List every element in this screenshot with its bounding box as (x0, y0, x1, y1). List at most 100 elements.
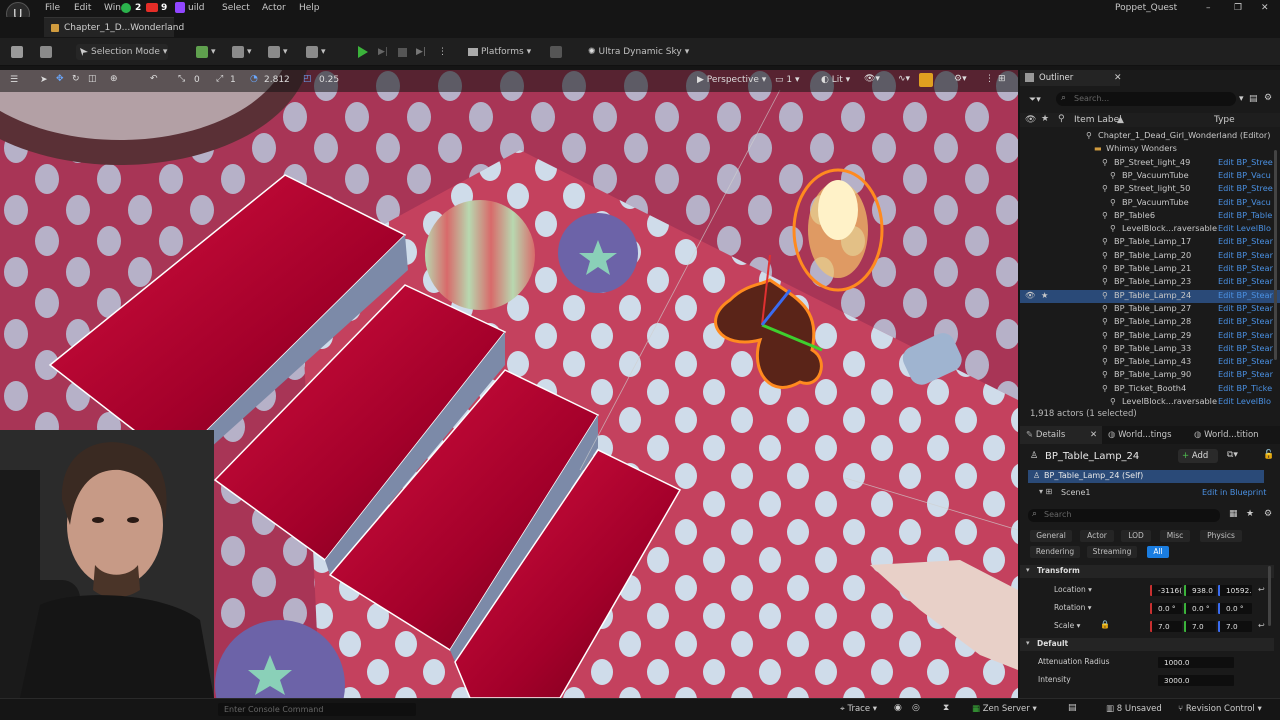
screenshot-icon[interactable]: ◎ (912, 703, 920, 713)
outliner-row-type-link[interactable]: Edit BP_Stear (1218, 343, 1273, 353)
settings-icon[interactable]: ⚙▾ (954, 74, 967, 84)
tab-world-settings[interactable]: ◍ World...tings (1108, 426, 1172, 444)
filter-actor[interactable]: Actor (1080, 530, 1114, 542)
outliner-row-type-link[interactable]: Edit BP_Stear (1218, 290, 1273, 300)
zen-server-dropdown[interactable]: ▦ Zen Server ▾ (972, 704, 1037, 714)
perspective-dropdown[interactable]: ▶ Perspective ▾ (697, 75, 766, 85)
tab-world-partition[interactable]: ◍ World...tition (1194, 426, 1259, 444)
menu-file[interactable]: File (45, 3, 60, 13)
unsaved-button[interactable]: ▥ 8 Unsaved (1106, 704, 1162, 714)
world-space-icon[interactable]: ⊕ (110, 74, 118, 84)
outliner-row[interactable]: ⚲ BP_Table_Lamp_17 Edit BP_Stear (1020, 236, 1280, 249)
realtime-icon[interactable] (919, 73, 933, 87)
maximize-icon[interactable]: ❐ (1234, 3, 1242, 13)
selection-mode-dropdown[interactable]: Selection Mode ▾ (76, 44, 168, 60)
filter-physics[interactable]: Physics (1200, 530, 1242, 542)
menu-select[interactable]: Select (222, 3, 250, 13)
self-component-row[interactable]: ♙ BP_Table_Lamp_24 (Self) (1028, 470, 1264, 483)
rotation-z-field[interactable]: 0.0 ° (1218, 603, 1252, 614)
details-scrollbar[interactable] (1268, 566, 1271, 626)
lock-scale-icon[interactable]: 🔒 (1100, 620, 1110, 629)
cinematics-icon[interactable]: ▾ (268, 44, 288, 60)
outliner-row-type-link[interactable]: Edit BP_Stear (1218, 303, 1273, 313)
property-matrix-icon[interactable]: ▦ (1229, 509, 1238, 519)
platforms-dropdown[interactable]: Platforms ▾ (468, 44, 531, 60)
visibility-icon[interactable]: 👁 (1025, 290, 1035, 301)
outliner-row-type-link[interactable]: Edit BP_Table (1218, 210, 1272, 220)
outliner-row-type-link[interactable]: Edit BP_Vacu (1218, 197, 1271, 207)
outliner-row-type-link[interactable]: Edit BP_Stear (1218, 356, 1273, 366)
item-label-header[interactable]: Item Label (1074, 115, 1122, 125)
blueprint-icon[interactable]: ▾ (232, 44, 252, 60)
scene-label[interactable]: Scene1 (1061, 488, 1090, 497)
revision-control-dropdown[interactable]: ⑂ Revision Control ▾ (1178, 704, 1262, 714)
rotation-dropdown[interactable]: Rotation ▾ (1054, 603, 1092, 612)
outliner-row[interactable]: ⚲ BP_Table_Lamp_28 Edit BP_Stear (1020, 316, 1280, 329)
layout-dropdown[interactable]: ▭ 1 ▾ (775, 75, 800, 85)
outliner-settings-icon[interactable]: ⚙ (1264, 93, 1272, 103)
intensity-field[interactable]: 3000.0 (1158, 675, 1234, 686)
outliner-row[interactable]: ⚲ BP_Table_Lamp_23 Edit BP_Stear (1020, 276, 1280, 289)
scale-tool-icon[interactable]: ◫ (88, 74, 97, 84)
outliner-search-input[interactable]: ⌕ Search... (1056, 92, 1236, 106)
stop-button[interactable] (398, 44, 407, 60)
play-button[interactable] (358, 44, 368, 60)
outliner-row-type-link[interactable]: Edit LevelBlo (1218, 396, 1271, 406)
scale-x-field[interactable]: 7.0 (1150, 621, 1182, 632)
outliner-row[interactable]: ⚲ Chapter_1_Dead_Girl_Wonderland (Editor) (1020, 130, 1280, 143)
filter-misc[interactable]: Misc (1160, 530, 1190, 542)
chevron-down-icon[interactable]: ▾ (1239, 94, 1244, 104)
level-tab[interactable]: Chapter_1_D...Wonderland (44, 17, 184, 37)
add-content-icon[interactable]: ▾ (196, 44, 216, 60)
outliner-row[interactable]: ⚲ BP_Table_Lamp_27 Edit BP_Stear (1020, 303, 1280, 316)
outliner-row-type-link[interactable]: Edit BP_Stree (1218, 157, 1273, 167)
rotation-x-field[interactable]: 0.0 ° (1150, 603, 1182, 614)
play-options-icon[interactable]: ⋮ (438, 44, 447, 60)
transform-section-header[interactable]: ▾ Transform (1020, 565, 1274, 578)
menu-build[interactable]: uild (188, 3, 204, 13)
maximize-viewport-icon[interactable]: ⊞ (998, 74, 1006, 84)
details-settings-icon[interactable]: ⚙ (1264, 509, 1272, 519)
eject-button[interactable]: ▶| (416, 44, 426, 60)
type-header[interactable]: Type (1214, 115, 1235, 125)
translate-tool-icon[interactable]: ✥ (56, 74, 64, 84)
filter-lod[interactable]: LOD (1121, 530, 1151, 542)
outliner-row[interactable]: ⚲ LevelBlock...raversable Edit LevelBlo (1020, 223, 1280, 236)
outliner-row[interactable]: ⚲ BP_VacuumTube Edit BP_Vacu (1020, 197, 1280, 210)
close-window-icon[interactable]: ✕ (1261, 3, 1269, 13)
edit-in-blueprint-link[interactable]: Edit in Blueprint (1202, 488, 1266, 497)
scale-z-field[interactable]: 7.0 (1218, 621, 1252, 632)
camera-speed-value[interactable]: 2.812 (264, 75, 290, 85)
attenuation-field[interactable]: 1000.0 (1158, 657, 1234, 668)
location-z-field[interactable]: 10592. (1218, 585, 1252, 596)
outliner-row[interactable]: ⚲ LevelBlock...raversable Edit LevelBlo (1020, 396, 1280, 409)
striped-ball[interactable] (425, 200, 535, 310)
rotation-snap-icon[interactable]: ⤡ (178, 74, 185, 84)
play-next-button[interactable]: ▶| (378, 44, 388, 60)
location-y-field[interactable]: 938.0 (1184, 585, 1216, 596)
select-tool-icon[interactable]: ➤ (40, 75, 48, 85)
outliner-row[interactable]: ⚲ BP_Table_Lamp_90 Edit BP_Stear (1020, 369, 1280, 382)
content-browser-icon[interactable] (40, 44, 52, 60)
filter-all[interactable]: All (1147, 546, 1169, 558)
filter-streaming[interactable]: Streaming (1087, 546, 1137, 558)
modes-icon[interactable]: ▾ (306, 44, 326, 60)
close-details-icon[interactable]: ✕ (1090, 430, 1097, 440)
filter-rendering[interactable]: Rendering (1030, 546, 1080, 558)
outliner-row-type-link[interactable]: Edit BP_Ticke (1218, 383, 1272, 393)
tab-details[interactable]: ✎ Details ✕ (1020, 426, 1102, 444)
scale-y-field[interactable]: 7.0 (1184, 621, 1216, 632)
rotation-y-field[interactable]: 0.0 ° (1184, 603, 1216, 614)
menu-window[interactable]: Win (104, 3, 121, 13)
outliner-row-type-link[interactable]: Edit BP_Stear (1218, 250, 1273, 260)
outliner-row-type-link[interactable]: Edit BP_Stear (1218, 263, 1273, 273)
show-flags-icon[interactable]: 👁▾ (864, 74, 880, 84)
location-x-field[interactable]: -3116( (1150, 585, 1182, 596)
outliner-row[interactable]: ⚲ BP_Table_Lamp_21 Edit BP_Stear (1020, 263, 1280, 276)
outliner-row-type-link[interactable]: Edit BP_Stear (1218, 369, 1273, 379)
lit-dropdown[interactable]: ◐ Lit ▾ (821, 75, 850, 85)
scale-snap-icon[interactable]: ◰ (303, 74, 312, 84)
grid-snap-icon[interactable]: ⤢ (216, 74, 223, 84)
grid-snap-value[interactable]: 1 (230, 75, 236, 85)
scale-dropdown[interactable]: Scale ▾ (1054, 621, 1080, 630)
